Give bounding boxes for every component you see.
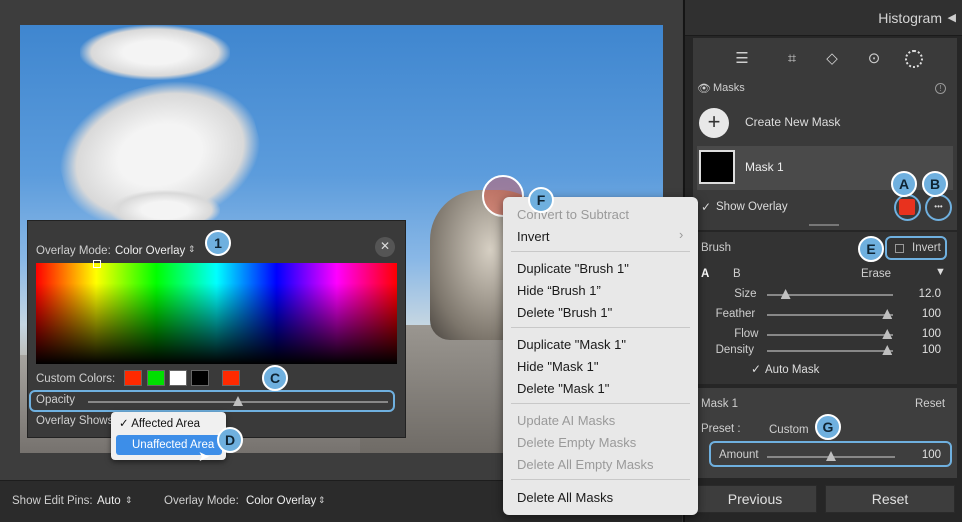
brush-tab-erase[interactable]: Erase <box>861 268 891 280</box>
histogram-title: Histogram <box>878 10 942 26</box>
chevron-updown-icon: ⇕ <box>188 244 196 254</box>
show-edit-pins-label: Show Edit Pins: <box>12 495 93 507</box>
context-menu-item[interactable]: Duplicate "Mask 1" <box>517 337 626 352</box>
overlay-shows-label: Overlay Shows: <box>36 415 117 427</box>
tool-strip: ☰ ⌗ ◇ ⊙ <box>693 38 957 80</box>
context-menu-item[interactable]: Duplicate "Brush 1" <box>517 261 629 276</box>
reset-button[interactable]: Reset <box>825 485 955 513</box>
mouse-pointer-icon: ➤ <box>198 448 210 464</box>
custom-color-swatch[interactable] <box>147 370 165 386</box>
context-menu-item[interactable]: Delete All Masks <box>517 490 613 505</box>
context-menu: Convert to Subtract Invert Duplicate "Brus… <box>503 197 698 515</box>
callout-a: A <box>891 171 917 197</box>
slider-track[interactable] <box>767 314 893 316</box>
context-menu-item[interactable]: Hide "Mask 1" <box>517 359 598 374</box>
color-spectrum-picker[interactable] <box>36 263 397 364</box>
context-menu-item: Delete All Empty Masks <box>517 457 654 472</box>
context-menu-item: Update AI Masks <box>517 413 616 428</box>
context-menu-item[interactable]: Invert <box>517 229 550 244</box>
menu-separator <box>511 403 690 404</box>
custom-colors-label: Custom Colors: <box>36 373 116 385</box>
sliders-icon[interactable]: ☰ <box>733 50 751 68</box>
brush-tab-b[interactable]: B <box>733 268 741 280</box>
current-color-swatch[interactable] <box>222 370 240 386</box>
menu-separator <box>511 327 690 328</box>
create-new-mask-label[interactable]: Create New Mask <box>745 115 840 129</box>
overlay-mode-label: Overlay Mode: <box>164 495 239 507</box>
slider-value[interactable]: 12.0 <box>901 288 941 300</box>
menu-separator <box>511 251 690 252</box>
show-overlay-label: Show Overlay <box>716 201 788 213</box>
slider-value[interactable]: 100 <box>901 308 941 320</box>
dropdown-item-affected-area[interactable]: ✓ Affected Area <box>119 416 200 430</box>
context-menu-item[interactable]: Delete "Mask 1" <box>517 381 609 396</box>
crop-icon[interactable]: ⌗ <box>783 50 801 68</box>
slider-track[interactable] <box>767 334 893 336</box>
info-icon[interactable]: ! <box>935 83 946 94</box>
chevron-updown-icon: ⇕ <box>125 495 133 505</box>
callout-f: F <box>528 187 554 213</box>
submenu-arrow-icon: › <box>679 227 684 242</box>
eye-icon[interactable]: 👁 <box>697 82 711 95</box>
mask-name[interactable]: Mask 1 <box>745 160 784 174</box>
slider-label: Density <box>715 344 754 356</box>
show-edit-pins-select[interactable]: Auto <box>97 495 121 507</box>
slider-label: Flow <box>734 328 759 340</box>
create-mask-plus-icon[interactable]: + <box>699 108 729 138</box>
context-menu-item[interactable]: Hide “Brush 1” <box>517 283 601 298</box>
collapse-triangle-icon[interactable]: ◀ <box>948 11 956 24</box>
context-menu-item: Delete Empty Masks <box>517 435 637 450</box>
callout-c: C <box>262 365 288 391</box>
custom-color-swatch[interactable] <box>169 370 187 386</box>
overlay-mode-select[interactable]: Color Overlay <box>115 245 185 257</box>
auto-mask-label: Auto Mask <box>765 364 820 376</box>
histogram-header[interactable]: Histogram ◀ <box>685 0 962 36</box>
slider-label: Size <box>734 288 757 300</box>
preset-select[interactable]: Custom <box>769 424 809 436</box>
color-picker-handle[interactable] <box>93 260 101 268</box>
brush-label: Brush <box>701 242 732 254</box>
eraser-icon[interactable]: ◇ <box>823 50 841 68</box>
preset-label: Preset : <box>701 423 741 435</box>
seagull-image <box>80 25 230 80</box>
slider-track[interactable] <box>767 350 893 352</box>
previous-button[interactable]: Previous <box>693 485 817 513</box>
menu-separator <box>511 479 690 480</box>
callout-d: D <box>217 427 243 453</box>
more-options-button[interactable]: ••• <box>925 194 952 221</box>
checkbox-checked-icon[interactable]: ✓ <box>701 200 711 214</box>
chevron-updown-icon: ⇕ <box>318 495 326 505</box>
brush-tab-a[interactable]: A <box>701 268 709 280</box>
lightroom-window: Overlay Mode: Color Overlay ⇕ ✕ Custom C… <box>0 0 962 522</box>
overlay-mode-label: Overlay Mode: <box>36 245 111 257</box>
masking-icon[interactable] <box>905 50 923 68</box>
drag-handle[interactable] <box>809 224 839 226</box>
reset-link[interactable]: Reset <box>915 398 945 410</box>
callout-e: E <box>858 236 884 262</box>
overlay-mode-select[interactable]: Color Overlay <box>246 495 316 507</box>
redeye-icon[interactable]: ⊙ <box>865 50 883 68</box>
custom-color-swatch[interactable] <box>124 370 142 386</box>
close-icon[interactable]: ✕ <box>375 237 395 257</box>
context-menu-item[interactable]: Delete "Brush 1" <box>517 305 612 320</box>
slider-value[interactable]: 100 <box>901 344 941 356</box>
callout-g: G <box>815 414 841 440</box>
slider-label: Feather <box>715 308 756 320</box>
mask-settings-title: Mask 1 <box>701 398 739 410</box>
right-panel: Histogram ◀ ☰ ⌗ ◇ ⊙ 👁 Masks ! + Create N… <box>683 0 962 522</box>
masks-label: Masks <box>713 82 745 94</box>
slider-value[interactable]: 100 <box>901 328 941 340</box>
custom-color-swatch[interactable] <box>191 370 209 386</box>
callout-1: 1 <box>205 230 231 256</box>
triangle-down-icon[interactable]: ▼ <box>935 266 946 278</box>
opacity-highlight <box>29 390 395 412</box>
mask-thumbnail[interactable] <box>699 150 735 184</box>
checkbox-checked-icon[interactable]: ✓ <box>751 362 761 376</box>
callout-b: B <box>922 171 948 197</box>
